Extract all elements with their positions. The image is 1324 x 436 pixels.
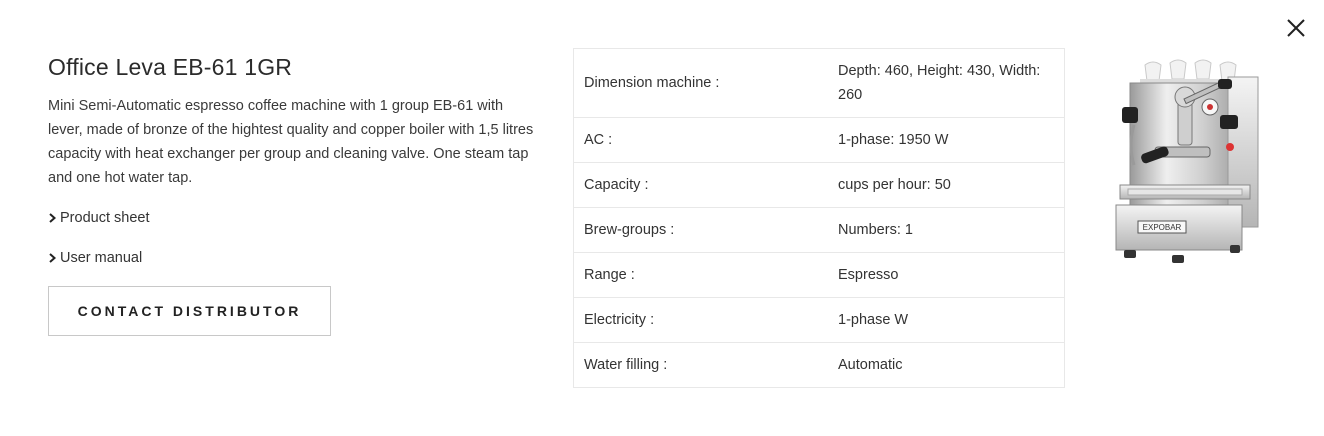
brand-plate-text: EXPOBAR <box>1143 223 1182 232</box>
table-row: Brew-groups : Numbers: 1 <box>573 207 1065 253</box>
table-row: Range : Espresso <box>573 252 1065 298</box>
espresso-machine-illustration: EXPOBAR <box>1115 59 1259 263</box>
table-row: Electricity : 1-phase W <box>573 297 1065 343</box>
spec-value: Espresso <box>818 252 1065 298</box>
product-title: Office Leva EB-61 1GR <box>48 54 293 80</box>
spec-label: Range : <box>573 252 818 298</box>
product-description: Mini Semi-Automatic espresso coffee mach… <box>48 98 534 186</box>
spec-label: Electricity : <box>573 297 818 343</box>
close-button[interactable] <box>1283 15 1309 41</box>
user-manual-label: User manual <box>60 250 143 266</box>
product-sheet-label: Product sheet <box>60 210 150 226</box>
spec-value: cups per hour: 50 <box>818 162 1065 208</box>
contact-distributor-button[interactable]: CONTACT DISTRIBUTOR <box>48 286 331 336</box>
spec-label: AC : <box>573 117 818 163</box>
spec-label: Dimension machine : <box>584 75 720 91</box>
table-row: Capacity : cups per hour: 50 <box>573 162 1065 208</box>
spec-value: 1-phase W <box>818 297 1065 343</box>
spec-value: 1-phase: 1950 W <box>818 117 1065 163</box>
spec-table: Dimension machine : Depth: 460, Height: … <box>573 48 1065 388</box>
spec-value: Numbers: 1 <box>818 207 1065 253</box>
spec-label: Brew-groups : <box>573 207 818 253</box>
spec-value: Automatic <box>818 342 1065 388</box>
table-row: Water filling : Automatic <box>573 342 1065 388</box>
table-row: Dimension machine : Depth: 460, Height: … <box>574 49 1065 118</box>
product-info: Office Leva EB-61 1GR Mini Semi-Automati… <box>48 52 548 336</box>
table-row: AC : 1-phase: 1950 W <box>573 117 1065 163</box>
chevron-right-icon <box>49 253 57 263</box>
spec-label: Water filling : <box>573 342 818 388</box>
product-sheet-link[interactable]: Product sheet <box>48 206 548 230</box>
user-manual-link[interactable]: User manual <box>48 246 548 270</box>
spec-label: Capacity : <box>573 162 818 208</box>
chevron-right-icon <box>49 213 57 223</box>
spec-value: Depth: 460, Height: 430, Width: 260 <box>838 63 1041 103</box>
close-icon <box>1287 19 1305 37</box>
product-image: EXPOBAR <box>1100 55 1270 270</box>
